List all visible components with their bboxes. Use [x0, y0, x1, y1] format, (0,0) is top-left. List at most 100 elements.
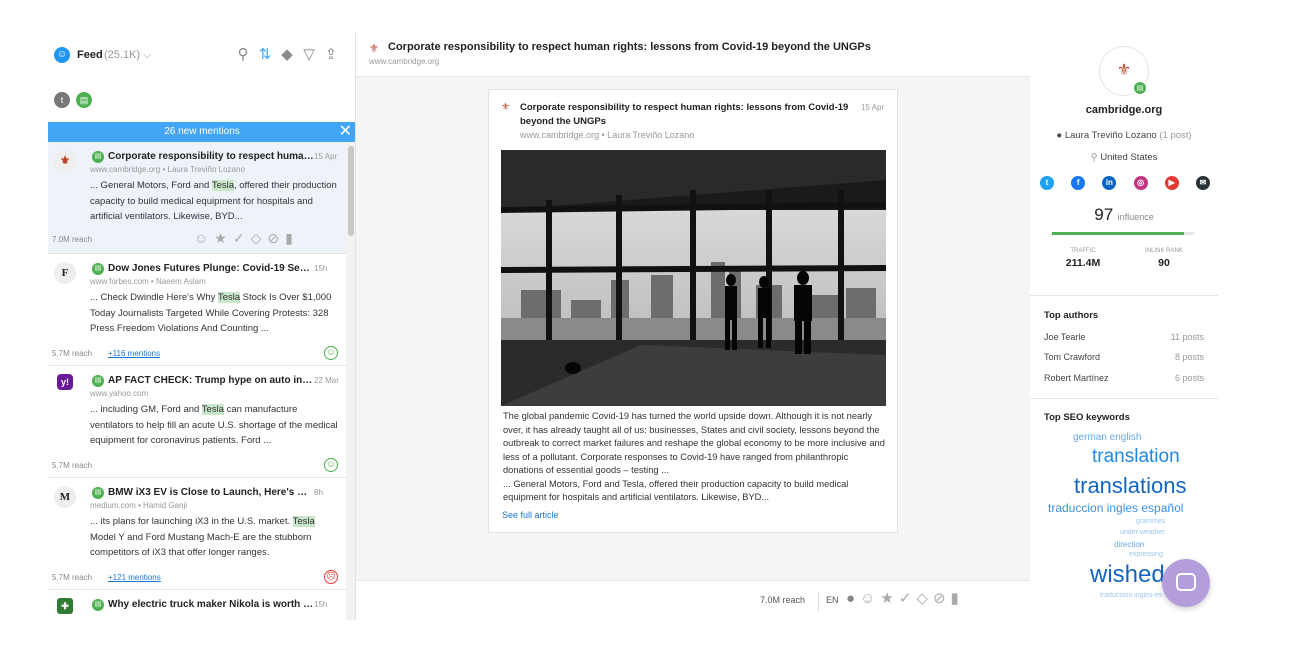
- facebook-icon[interactable]: f: [1071, 176, 1086, 190]
- article-photo: [501, 150, 886, 406]
- smile-icon[interactable]: ☺: [194, 230, 214, 246]
- positive-sentiment-icon[interactable]: ☺: [324, 458, 338, 472]
- seo-keywords-title: Top SEO keywords: [1044, 412, 1130, 423]
- linkedin-icon[interactable]: in: [1102, 176, 1117, 190]
- news-source-icon[interactable]: ▤: [76, 92, 92, 108]
- twitter-source-icon[interactable]: t: [54, 92, 70, 108]
- source-country: ⚲ United States: [1090, 152, 1158, 163]
- more-mentions-link[interactable]: +116 mentions: [108, 349, 160, 358]
- negative-sentiment-icon[interactable]: ☹: [324, 570, 338, 584]
- keyword[interactable]: expressing: [1129, 551, 1163, 558]
- mention-reach: 7.0M reach: [52, 235, 93, 244]
- star-icon[interactable]: ★: [880, 590, 898, 607]
- source-logo-icon: ⚜: [501, 102, 510, 113]
- traffic-label: TRAFFIC: [1070, 248, 1096, 254]
- block-icon[interactable]: ⊘: [933, 590, 951, 607]
- keyword[interactable]: grammes: [1136, 518, 1165, 525]
- feed-logo-icon[interactable]: ☺: [54, 47, 70, 63]
- mention-title[interactable]: AP FACT CHECK: Trump hype on auto ind...: [108, 375, 314, 386]
- mention-title[interactable]: BMW iX3 EV is Close to Launch, Here's Wh…: [108, 487, 314, 498]
- article-excerpt: ... General Motors, Ford and Tesla, offe…: [503, 478, 849, 503]
- top-authors-title: Top authors: [1044, 310, 1099, 321]
- close-icon[interactable]: ✕: [339, 122, 352, 142]
- card-title[interactable]: Corporate responsibility to respect huma…: [520, 101, 850, 129]
- mentions-scrollbar[interactable]: [346, 142, 355, 620]
- tag-icon[interactable]: ◇: [916, 590, 933, 607]
- keyword[interactable]: direction: [1114, 540, 1144, 549]
- author-row[interactable]: Joe Tearle 11 posts: [1044, 332, 1204, 342]
- chat-launcher-button[interactable]: [1162, 559, 1210, 607]
- article-footer: 7.0M reach EN ●☺★✓◇⊘▮: [356, 580, 1030, 620]
- inlink-label: INLINK RANK: [1145, 248, 1183, 254]
- positive-sentiment-icon[interactable]: ☺: [324, 346, 338, 360]
- filter-icon[interactable]: ▽: [300, 45, 318, 63]
- sort-icon[interactable]: ⇅: [256, 45, 274, 63]
- star-icon[interactable]: ★: [214, 230, 233, 246]
- more-mentions-link[interactable]: +121 mentions: [108, 573, 161, 582]
- mention-source: www.forbes.com • Naeem Aslam: [90, 277, 206, 286]
- layers-icon[interactable]: ◆: [278, 45, 296, 63]
- mention-title[interactable]: Corporate responsibility to respect huma…: [108, 151, 314, 162]
- news-icon: ▤: [92, 151, 104, 163]
- source-author[interactable]: ● Laura Treviño Lozano (1 post): [1030, 130, 1218, 141]
- check-icon[interactable]: ✓: [899, 590, 917, 607]
- article-header: ⚜ Corporate responsibility to respect hu…: [356, 33, 1030, 77]
- smile-icon[interactable]: ☺: [860, 590, 880, 607]
- mention-source: www.cambridge.org • Laura Treviño Lozano: [90, 165, 245, 174]
- author-row[interactable]: Tom Crawford 8 posts: [1044, 352, 1204, 362]
- feed-count[interactable]: (25.1K) ⌵: [104, 49, 151, 62]
- mention-actions: ☺★✓◇⊘▮: [194, 230, 299, 247]
- mention-title[interactable]: Why electric truck maker Nikola is worth…: [108, 599, 314, 610]
- twitter-icon[interactable]: t: [1040, 176, 1054, 190]
- list-item[interactable]: M ▤ BMW iX3 EV is Close to Launch, Here'…: [48, 478, 346, 590]
- divider: [818, 591, 819, 611]
- source-name[interactable]: cambridge.org: [1030, 104, 1218, 116]
- keyword[interactable]: under weather: [1120, 529, 1165, 536]
- see-full-article-link[interactable]: See full article: [502, 510, 559, 520]
- list-item[interactable]: F ▤ Dow Jones Futures Plunge: Covid-19 S…: [48, 254, 346, 366]
- scrollbar-thumb[interactable]: [348, 146, 354, 236]
- instagram-icon[interactable]: ◎: [1133, 176, 1148, 190]
- block-icon[interactable]: ⊘: [267, 230, 285, 246]
- keyword[interactable]: wished: [1090, 561, 1165, 589]
- keyword[interactable]: translations: [1074, 473, 1187, 499]
- mention-title[interactable]: Dow Jones Futures Plunge: Covid-19 Secon…: [108, 263, 314, 274]
- youtube-icon[interactable]: ▶: [1164, 176, 1179, 190]
- mention-date: 15 Apr: [314, 152, 338, 161]
- card-date: 15 Apr: [861, 103, 885, 112]
- app-window: ☺ Feed (25.1K) ⌵ ⚲ ⇅ ◆ ▽ ⇪ t ▤ 26 new men…: [0, 0, 1304, 666]
- trash-icon[interactable]: ▮: [285, 230, 299, 246]
- article-card: ⚜ Corporate responsibility to respect hu…: [488, 89, 898, 533]
- mention-reach: 5.7M reach: [52, 461, 93, 470]
- mention-snippet: ... Check Dwindle Here's Why Tesla Stock…: [90, 292, 332, 334]
- email-icon[interactable]: ✉: [1195, 176, 1210, 190]
- source-filters: t ▤: [54, 90, 98, 108]
- tag-icon[interactable]: ◇: [251, 230, 268, 246]
- mention-date: 15h: [314, 264, 328, 273]
- trash-icon[interactable]: ▮: [951, 590, 964, 607]
- mention-source: medium.com • Hamid Ganji: [90, 501, 188, 510]
- keyword[interactable]: traduccion ingles-es: [1100, 592, 1162, 599]
- keyword[interactable]: traduccion ingles español: [1048, 501, 1183, 515]
- author-row[interactable]: Robert Martínez 6 posts: [1044, 373, 1204, 383]
- feed-title[interactable]: Feed: [77, 49, 103, 61]
- keyword[interactable]: translation: [1092, 446, 1180, 468]
- inlink-value: 90: [1158, 257, 1170, 269]
- language-badge[interactable]: EN: [826, 595, 839, 605]
- keyword[interactable]: german english: [1073, 432, 1141, 443]
- article-title[interactable]: Corporate responsibility to respect huma…: [388, 41, 871, 53]
- mention-reach: 5.7M reach: [52, 573, 93, 582]
- mention-reach: 5.7M reach: [52, 349, 93, 358]
- share-icon[interactable]: ⇪: [322, 45, 340, 63]
- check-icon[interactable]: ✓: [233, 230, 251, 246]
- search-icon[interactable]: ⚲: [234, 45, 252, 63]
- card-meta: www.cambridge.org • Laura Treviño Lozano: [520, 130, 695, 140]
- list-item[interactable]: ✚ ▤ Why electric truck maker Nikola is w…: [48, 590, 346, 620]
- list-item[interactable]: y! ▤ AP FACT CHECK: Trump hype on auto i…: [48, 366, 346, 478]
- news-icon: ▤: [92, 263, 104, 275]
- new-mentions-banner[interactable]: 26 new mentions ✕: [48, 122, 355, 142]
- alert-icon[interactable]: ●: [846, 590, 860, 607]
- news-icon: ▤: [92, 375, 104, 387]
- article-site[interactable]: www.cambridge.org: [369, 57, 439, 66]
- list-item[interactable]: ⚜ ▤ Corporate responsibility to respect …: [48, 142, 346, 254]
